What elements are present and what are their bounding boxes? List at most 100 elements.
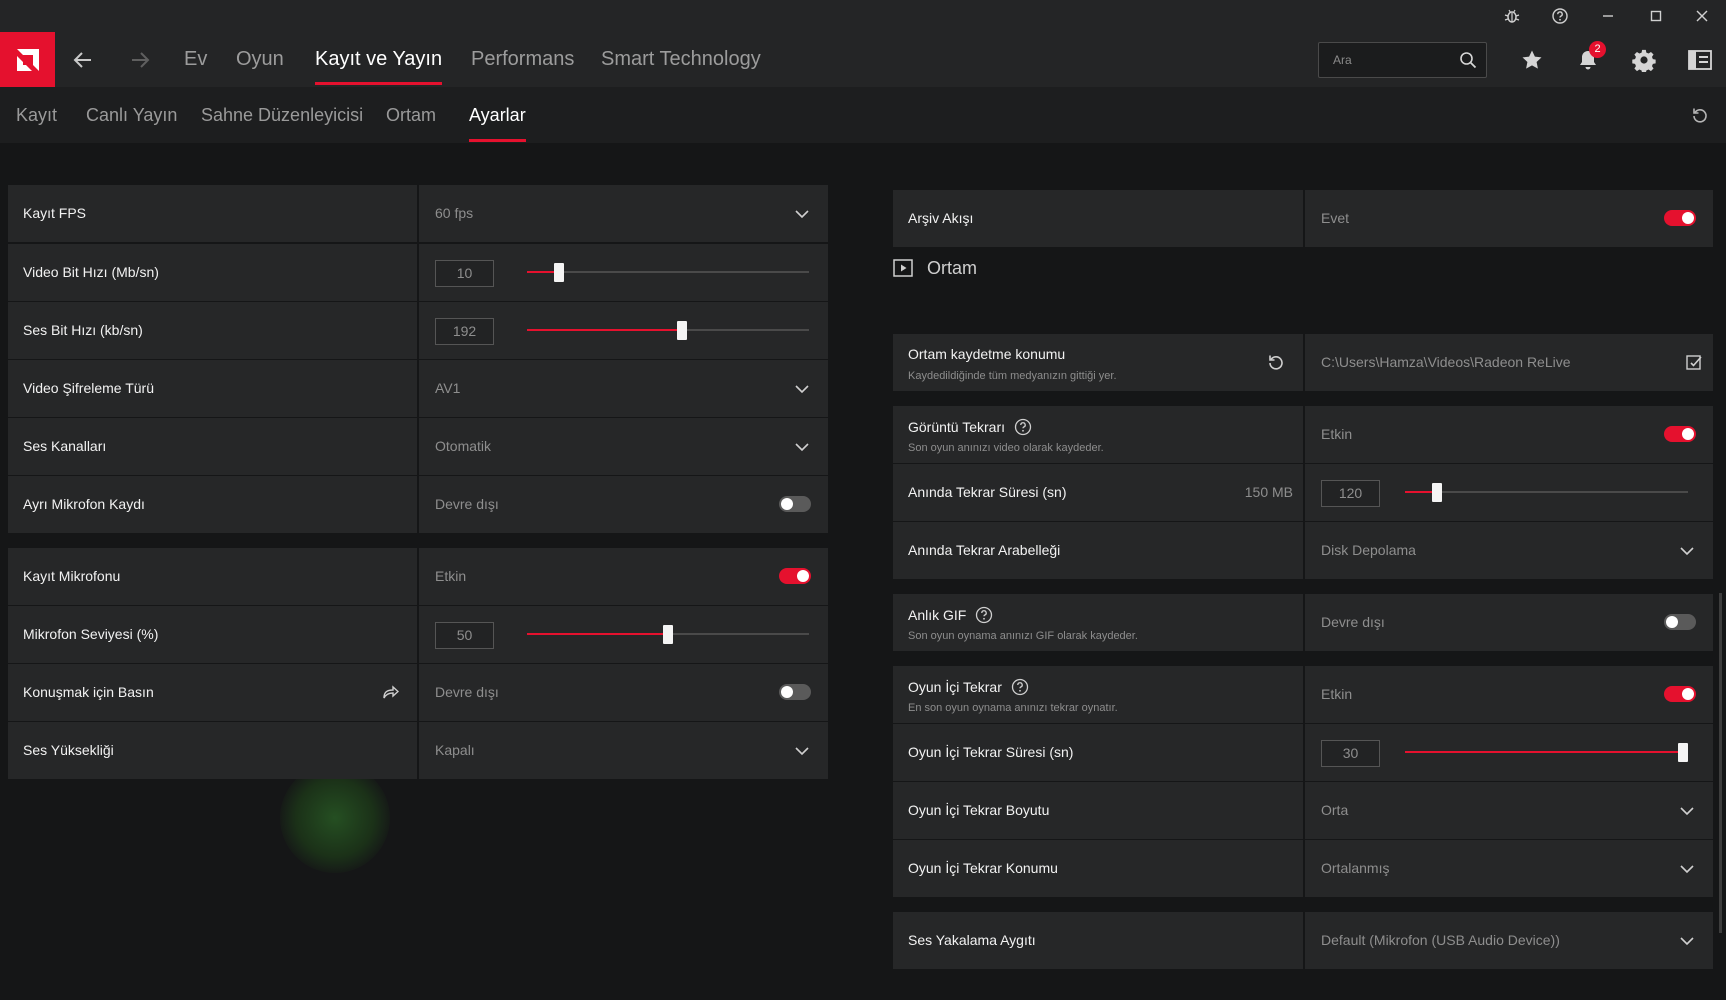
in-game-replay-toggle[interactable] xyxy=(1664,686,1696,702)
encoding-dropdown-value[interactable]: AV1 xyxy=(435,360,460,417)
setting-row-recording-mic[interactable]: Kayıt Mikrofonu Etkin xyxy=(8,548,828,605)
setting-row-push-to-talk[interactable]: Konuşmak için Basın Devre dışı xyxy=(8,664,828,721)
setting-row-video-bitrate[interactable]: Video Bit Hızı (Mb/sn) 10 xyxy=(8,244,828,301)
instant-gif-toggle[interactable] xyxy=(1664,614,1696,630)
setting-row-audio-channels[interactable]: Ses Kanalları Otomatik xyxy=(8,418,828,475)
tab-smart-technology[interactable]: Smart Technology xyxy=(601,32,761,87)
edit-folder-icon[interactable] xyxy=(1685,353,1703,371)
push-to-talk-toggle[interactable] xyxy=(779,684,811,700)
maximize-icon[interactable] xyxy=(1632,0,1680,32)
instant-replay-duration-slider[interactable] xyxy=(1405,464,1688,521)
replay-size-dropdown-value[interactable]: Orta xyxy=(1321,782,1348,839)
fps-dropdown-value[interactable]: 60 fps xyxy=(435,185,473,242)
bug-icon[interactable] xyxy=(1488,0,1536,32)
setting-row-recording-fps[interactable]: Kayıt FPS 60 fps xyxy=(8,185,828,242)
back-arrow-icon[interactable] xyxy=(63,32,103,87)
setting-row-in-game-replay-size[interactable]: Oyun İçi Tekrar Boyutu Orta xyxy=(893,782,1713,839)
audio-channels-dropdown-value[interactable]: Otomatik xyxy=(435,418,491,475)
help-circle-icon[interactable] xyxy=(1011,678,1029,696)
setting-row-separate-mic[interactable]: Ayrı Mikrofon Kaydı Devre dışı xyxy=(8,476,828,533)
video-bitrate-slider[interactable] xyxy=(527,244,809,301)
help-icon[interactable] xyxy=(1536,0,1584,32)
setting-label: Oyun İçi Tekrar Boyutu xyxy=(908,802,1050,818)
slider-thumb[interactable] xyxy=(1678,743,1688,762)
subtab-sahne-duzenleyicisi[interactable]: Sahne Düzenleyicisi xyxy=(201,87,363,143)
favorites-star-icon[interactable] xyxy=(1510,32,1554,87)
audio-device-dropdown-value[interactable]: Default (Mikrofon (USB Audio Device)) xyxy=(1321,912,1560,969)
chevron-down-icon[interactable] xyxy=(1679,803,1695,819)
mic-level-slider[interactable] xyxy=(527,606,809,663)
slider-thumb[interactable] xyxy=(554,263,564,282)
setting-row-media-location[interactable]: Ortam kaydetme konumu Kaydedildiğinde tü… xyxy=(893,334,1713,391)
setting-row-audio-bitrate[interactable]: Ses Bit Hızı (kb/sn) 192 xyxy=(8,302,828,359)
setting-label: Video Bit Hızı (Mb/sn) xyxy=(23,264,159,280)
setting-row-in-game-replay[interactable]: Oyun İçi Tekrar En son oyun oynama anını… xyxy=(893,666,1713,723)
slider-thumb[interactable] xyxy=(677,321,687,340)
chevron-down-icon[interactable] xyxy=(1679,933,1695,949)
in-game-replay-duration-slider[interactable] xyxy=(1405,724,1688,781)
setting-description: Kaydedildiğinde tüm medyanızın gittiği y… xyxy=(908,370,1117,382)
setting-row-in-game-replay-position[interactable]: Oyun İçi Tekrar Konumu Ortalanmış xyxy=(893,840,1713,897)
setting-row-mic-level[interactable]: Mikrofon Seviyesi (%) 50 xyxy=(8,606,828,663)
help-circle-icon[interactable] xyxy=(975,606,993,624)
recording-mic-toggle[interactable] xyxy=(779,568,811,584)
slider-thumb[interactable] xyxy=(663,625,673,644)
reset-icon[interactable] xyxy=(1267,353,1285,371)
title-bar xyxy=(0,0,1726,32)
subtab-canli-yayin[interactable]: Canlı Yayın xyxy=(86,87,177,143)
tab-performans[interactable]: Performans xyxy=(471,32,574,87)
chevron-down-icon[interactable] xyxy=(794,206,810,222)
replay-buffer-dropdown-value[interactable]: Disk Depolama xyxy=(1321,522,1416,579)
chevron-down-icon[interactable] xyxy=(794,381,810,397)
setting-row-instant-replay-buffer[interactable]: Anında Tekrar Arabelleği Disk Depolama xyxy=(893,522,1713,579)
share-arrow-icon[interactable] xyxy=(381,683,399,701)
subtab-ayarlar[interactable]: Ayarlar xyxy=(469,87,526,143)
audio-boost-dropdown-value[interactable]: Kapalı xyxy=(435,722,475,779)
setting-row-video-encoding[interactable]: Video Şifreleme Türü AV1 xyxy=(8,360,828,417)
tab-kayit-ve-yayin[interactable]: Kayıt ve Yayın xyxy=(315,32,443,87)
setting-row-instant-replay-duration[interactable]: Anında Tekrar Süresi (sn) 150 MB 120 xyxy=(893,464,1713,521)
chevron-down-icon[interactable] xyxy=(1679,861,1695,877)
search-icon[interactable] xyxy=(1459,51,1477,69)
search-input[interactable]: Ara xyxy=(1333,43,1352,77)
setting-row-audio-capture-device[interactable]: Ses Yakalama Aygıtı Default (Mikrofon (U… xyxy=(893,912,1713,969)
video-bitrate-input[interactable]: 10 xyxy=(435,260,494,287)
search-box[interactable]: Ara xyxy=(1318,42,1487,78)
setting-row-in-game-replay-duration[interactable]: Oyun İçi Tekrar Süresi (sn) 30 xyxy=(893,724,1713,781)
minimize-icon[interactable] xyxy=(1584,0,1632,32)
notification-bell-icon[interactable] xyxy=(1566,32,1610,87)
help-circle-icon[interactable] xyxy=(1014,418,1032,436)
replay-position-dropdown-value[interactable]: Ortalanmış xyxy=(1321,840,1389,897)
separate-mic-toggle[interactable] xyxy=(779,496,811,512)
chevron-down-icon[interactable] xyxy=(1679,543,1695,559)
tab-ev[interactable]: Ev xyxy=(184,32,207,87)
chevron-down-icon[interactable] xyxy=(794,743,810,759)
setting-label: Mikrofon Seviyesi (%) xyxy=(23,626,159,642)
amd-logo[interactable] xyxy=(0,32,55,87)
in-game-replay-duration-input[interactable]: 30 xyxy=(1321,740,1380,767)
instant-replay-duration-input[interactable]: 120 xyxy=(1321,480,1380,507)
reset-defaults-icon[interactable] xyxy=(1685,87,1715,143)
instant-replay-label: Görüntü Tekrarı xyxy=(908,419,1006,435)
settings-gear-icon[interactable] xyxy=(1622,32,1666,87)
subtab-kayit[interactable]: Kayıt xyxy=(16,87,57,143)
setting-row-archive-stream[interactable]: Arşiv Akışı Evet xyxy=(893,190,1713,247)
instant-replay-toggle[interactable] xyxy=(1664,426,1696,442)
audio-bitrate-slider[interactable] xyxy=(527,302,809,359)
forward-arrow-icon[interactable] xyxy=(120,32,160,87)
slider-thumb[interactable] xyxy=(1432,483,1442,502)
setting-description: Son oyun anınızı video olarak kaydeder. xyxy=(908,442,1104,454)
mic-level-input[interactable]: 50 xyxy=(435,622,494,649)
sidebar-panel-icon[interactable] xyxy=(1678,32,1722,87)
scrollbar[interactable] xyxy=(1719,593,1722,933)
close-icon[interactable] xyxy=(1678,0,1726,32)
subtab-ortam[interactable]: Ortam xyxy=(386,87,436,143)
setting-row-audio-boost[interactable]: Ses Yüksekliği Kapalı xyxy=(8,722,828,779)
chevron-down-icon[interactable] xyxy=(794,439,810,455)
setting-row-instant-replay[interactable]: Görüntü Tekrarı Son oyun anınızı video o… xyxy=(893,406,1713,463)
setting-row-instant-gif[interactable]: Anlık GIF Son oyun oynama anınızı GIF ol… xyxy=(893,594,1713,651)
tab-oyun[interactable]: Oyun xyxy=(236,32,284,87)
settings-content[interactable]: Kayıt FPS 60 fps Video Bit Hızı (Mb/sn) … xyxy=(0,143,1726,1000)
audio-bitrate-input[interactable]: 192 xyxy=(435,318,494,345)
archive-stream-toggle[interactable] xyxy=(1664,210,1696,226)
